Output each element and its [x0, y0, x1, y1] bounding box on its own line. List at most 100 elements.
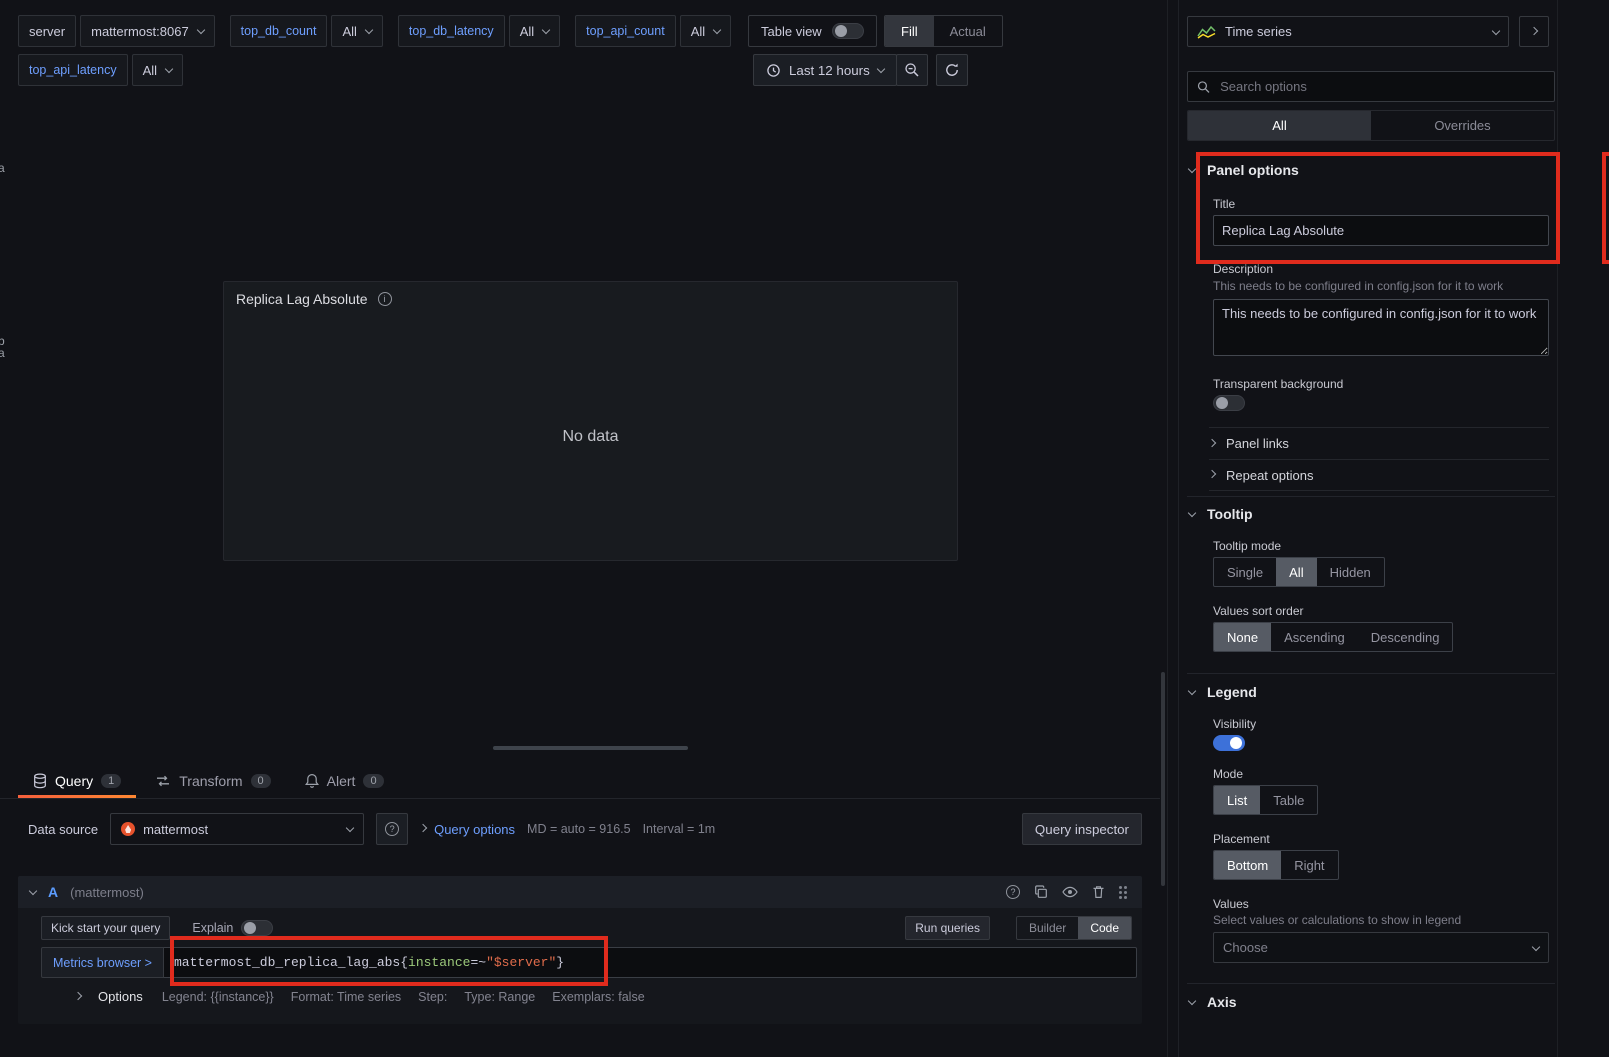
tooltip-mode-all[interactable]: All — [1276, 558, 1316, 586]
datasource-row: Data source mattermost Query options MD … — [28, 812, 1142, 846]
collapse-chevron-icon — [29, 887, 37, 895]
promql-expression-input[interactable]: mattermost_db_replica_lag_abs{instance=~… — [164, 947, 1137, 978]
placement-right[interactable]: Right — [1281, 851, 1337, 879]
tab-label: Alert — [327, 773, 356, 789]
var-dropdown-top-api-latency[interactable]: All — [132, 54, 183, 86]
panel-title-input[interactable] — [1213, 215, 1549, 246]
section-tooltip[interactable]: Tooltip — [1189, 506, 1253, 522]
datasource-label: Data source — [28, 822, 98, 837]
drag-handle-icon[interactable] — [1119, 886, 1122, 889]
chevron-right-icon — [1208, 438, 1216, 446]
legend-values-select[interactable]: Choose — [1213, 932, 1549, 963]
options-scope-tabs: All Overrides — [1187, 110, 1555, 141]
interval-summary: Interval = 1m — [643, 822, 716, 836]
panel-description-textarea[interactable]: This needs to be configured in config.js… — [1213, 299, 1549, 356]
prometheus-datasource-icon — [121, 822, 135, 836]
transparent-background-toggle[interactable] — [1213, 395, 1245, 411]
explain-toggle[interactable] — [241, 920, 273, 936]
query-options-summary-row: Options Legend: {{instance}} Format: Tim… — [41, 989, 1137, 1004]
refresh-button[interactable] — [936, 54, 968, 86]
chevron-down-icon — [1188, 165, 1196, 173]
query-options-toggle[interactable]: Query options — [420, 822, 515, 837]
format-summary: Format: Time series — [291, 990, 401, 1004]
tab-query[interactable]: Query 1 — [18, 763, 136, 798]
sort-none[interactable]: None — [1214, 623, 1271, 651]
var-dropdown-top-db-count[interactable]: All — [331, 15, 382, 47]
values-sort-order-radio-group: None Ascending Descending — [1213, 622, 1453, 652]
section-panel-options[interactable]: Panel options — [1189, 162, 1299, 178]
chevron-down-icon — [1188, 997, 1196, 1005]
fill-option[interactable]: Fill — [885, 16, 934, 46]
var-dropdown-top-api-count[interactable]: All — [680, 15, 731, 47]
tab-alert[interactable]: Alert 0 — [290, 763, 399, 798]
grafana-panel-editor: l a b a server mattermost:8067 top_db_co… — [0, 0, 1609, 1057]
transparent-background-label: Transparent background — [1213, 377, 1343, 391]
legend-mode-list[interactable]: List — [1214, 786, 1260, 814]
pane-splitter[interactable] — [1167, 0, 1168, 1057]
chevron-down-icon — [542, 26, 550, 34]
copy-icon[interactable] — [1034, 885, 1048, 899]
actual-option[interactable]: Actual — [934, 16, 1002, 46]
trash-icon[interactable] — [1092, 885, 1105, 899]
legend-mode-radio-group: List Table — [1213, 785, 1318, 815]
section-divider — [1187, 496, 1555, 497]
kick-start-query-button[interactable]: Kick start your query — [41, 916, 170, 940]
metrics-browser-button[interactable]: Metrics browser > — [41, 947, 164, 978]
legend-values-help: Select values or calculations to show in… — [1213, 913, 1553, 929]
template-var-top-db-latency: top_db_latency All — [398, 15, 560, 47]
collapse-options-pane-button[interactable] — [1519, 16, 1549, 47]
expr-metric: mattermost_db_replica_lag_abs{ — [174, 955, 408, 970]
legend-mode-table[interactable]: Table — [1260, 786, 1317, 814]
repeat-options-collapsible[interactable]: Repeat options — [1209, 459, 1549, 491]
vertical-scrollbar[interactable] — [1161, 672, 1165, 886]
chevron-down-icon — [877, 65, 885, 73]
legend-values-label: Values — [1213, 897, 1249, 911]
time-range-picker[interactable]: Last 12 hours — [753, 54, 897, 86]
legend-visibility-toggle[interactable] — [1213, 735, 1245, 751]
tooltip-mode-hidden[interactable]: Hidden — [1317, 558, 1384, 586]
legend-placement-label: Placement — [1213, 832, 1270, 846]
chevron-right-icon[interactable] — [74, 991, 82, 999]
panel-title: Replica Lag Absolute — [236, 291, 368, 307]
builder-option[interactable]: Builder — [1017, 917, 1078, 939]
tab-overrides[interactable]: Overrides — [1371, 111, 1554, 140]
help-circle-icon[interactable] — [1006, 885, 1020, 899]
run-queries-button[interactable]: Run queries — [905, 916, 990, 940]
tooltip-mode-single[interactable]: Single — [1214, 558, 1276, 586]
query-inspector-button[interactable]: Query inspector — [1022, 813, 1142, 845]
table-view-toggle[interactable] — [832, 23, 864, 39]
placement-bottom[interactable]: Bottom — [1214, 851, 1281, 879]
tab-all-options[interactable]: All — [1188, 111, 1371, 140]
query-editor-card: A (mattermost) Kick start your query Exp… — [18, 876, 1142, 1024]
expr-string-value: "$server" — [486, 955, 556, 970]
info-icon[interactable] — [378, 292, 392, 306]
datasource-picker[interactable]: mattermost — [110, 813, 364, 845]
section-legend[interactable]: Legend — [1189, 684, 1257, 700]
var-dropdown-top-db-latency[interactable]: All — [509, 15, 560, 47]
tab-transform[interactable]: Transform 0 — [140, 763, 285, 798]
refresh-icon — [944, 62, 960, 78]
datasource-help-button[interactable] — [376, 813, 408, 845]
time-series-chart-icon — [1197, 25, 1216, 39]
kick-start-label: Kick start your query — [51, 921, 160, 935]
query-ref-id: A — [48, 884, 58, 900]
sort-descending[interactable]: Descending — [1358, 623, 1453, 651]
description-help-text: This needs to be configured in config.js… — [1213, 279, 1555, 295]
horizontal-scrollbar[interactable] — [493, 746, 688, 750]
section-axis[interactable]: Axis — [1189, 994, 1237, 1010]
query-inspector-label: Query inspector — [1035, 822, 1129, 837]
var-dropdown-server[interactable]: mattermost:8067 — [80, 15, 215, 47]
code-option[interactable]: Code — [1078, 917, 1131, 939]
options-search-input[interactable] — [1218, 78, 1545, 95]
zoom-out-button[interactable] — [896, 54, 928, 86]
panel-links-collapsible[interactable]: Panel links — [1209, 427, 1549, 459]
sidebar-right-divider — [1557, 0, 1558, 1057]
visualization-picker[interactable]: Time series — [1187, 16, 1509, 47]
tooltip-mode-label: Tooltip mode — [1213, 539, 1281, 553]
eye-icon[interactable] — [1062, 886, 1078, 898]
panel-header[interactable]: Replica Lag Absolute — [224, 282, 957, 316]
options-label[interactable]: Options — [98, 989, 143, 1004]
query-row-header[interactable]: A (mattermost) — [18, 876, 1142, 908]
sort-ascending[interactable]: Ascending — [1271, 623, 1358, 651]
table-view-toggle-group: Table view — [748, 15, 877, 47]
